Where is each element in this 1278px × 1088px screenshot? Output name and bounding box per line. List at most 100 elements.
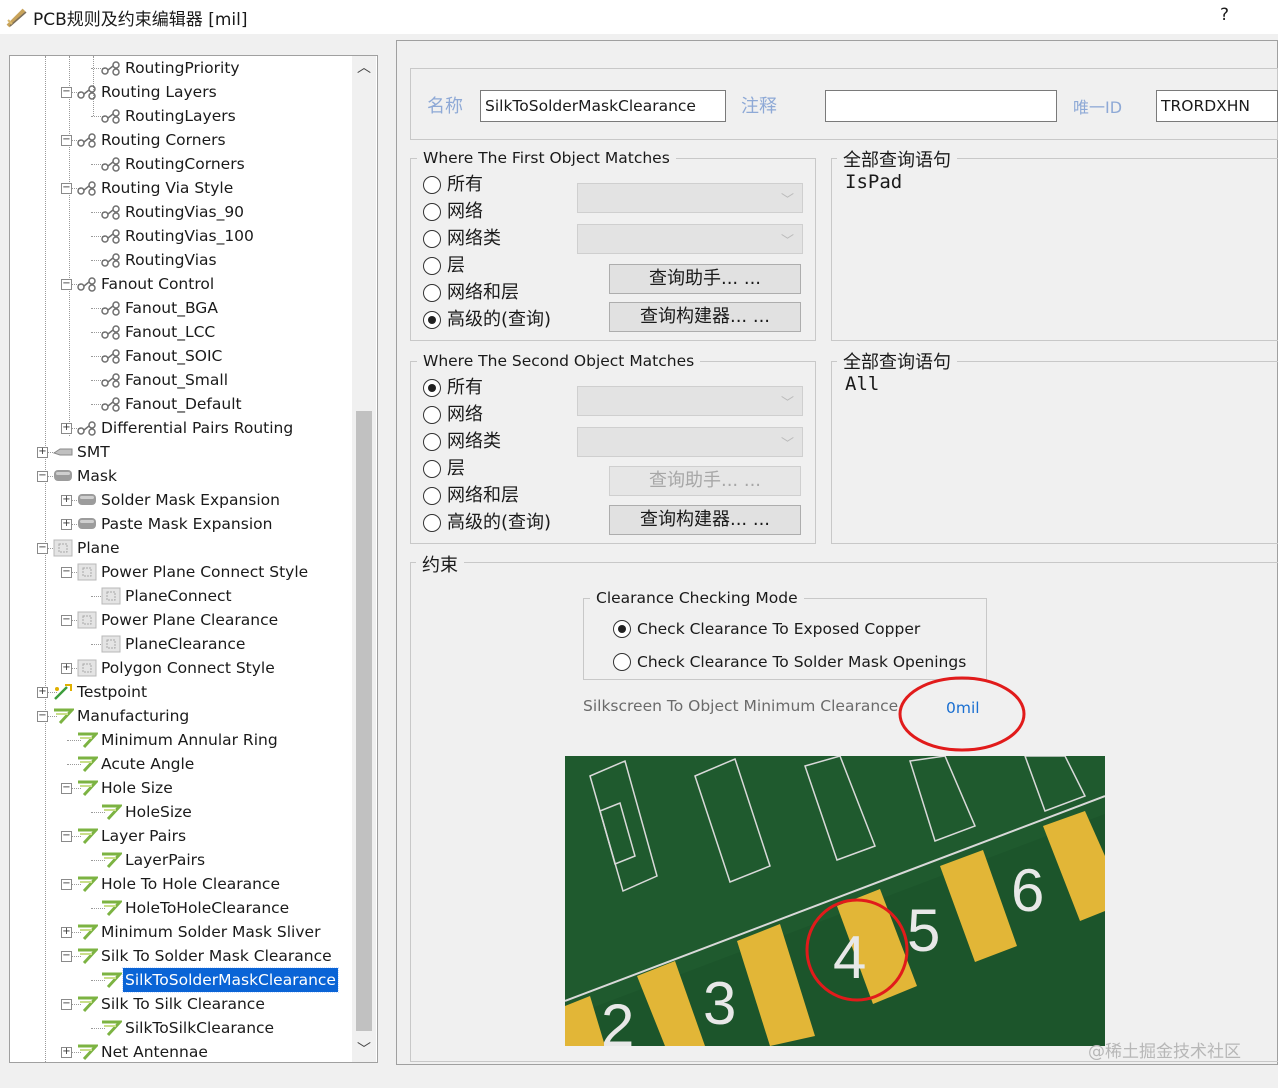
radio-button[interactable] <box>423 284 441 302</box>
tree-scrollbar[interactable]: ︿ ﹀ <box>352 56 376 1062</box>
radio-button[interactable] <box>423 433 441 451</box>
collapse-icon[interactable]: − <box>61 783 72 794</box>
scroll-up-icon[interactable]: ︿ <box>352 56 376 80</box>
expand-icon[interactable]: + <box>61 423 72 434</box>
expand-icon[interactable]: + <box>61 1047 72 1058</box>
expand-icon[interactable]: + <box>37 687 48 698</box>
expand-icon[interactable]: + <box>61 495 72 506</box>
tree-item[interactable]: SilkToSilkClearance <box>10 1016 370 1040</box>
first-query-builder-button[interactable]: 查询构建器... ... <box>609 302 801 332</box>
expand-icon[interactable]: + <box>37 447 48 458</box>
radio-button[interactable] <box>423 176 441 194</box>
tree-item[interactable]: PlaneConnect <box>10 584 370 608</box>
tree-item[interactable]: Fanout_Default <box>10 392 370 416</box>
radio-button[interactable] <box>423 379 441 397</box>
tree-item[interactable]: + Testpoint <box>10 680 370 704</box>
collapse-icon[interactable]: − <box>37 543 48 554</box>
unique-id-input[interactable]: TRORDXHN <box>1156 90 1278 122</box>
first-object-title: Where The First Object Matches <box>417 149 676 167</box>
tree-item[interactable]: − Silk To Silk Clearance <box>10 992 370 1016</box>
tree-item[interactable]: − Power Plane Connect Style <box>10 560 370 584</box>
second-query-text[interactable]: All <box>845 373 879 395</box>
tree-item[interactable]: − Routing Corners <box>10 128 370 152</box>
radio-button[interactable] <box>423 257 441 275</box>
comment-input[interactable] <box>825 90 1057 122</box>
tree-item[interactable]: HoleToHoleClearance <box>10 896 370 920</box>
rule-name-input[interactable]: SilkToSolderMaskClearance <box>480 90 726 122</box>
radio-button[interactable] <box>423 514 441 532</box>
collapse-icon[interactable]: − <box>61 879 72 890</box>
scroll-thumb[interactable] <box>356 411 372 1031</box>
second-net-combo[interactable]: ﹀ <box>577 386 803 416</box>
tree-item[interactable]: Fanout_Small <box>10 368 370 392</box>
expand-icon[interactable]: + <box>61 927 72 938</box>
second-query-helper-button[interactable]: 查询助手... ... <box>609 466 801 496</box>
tree-item[interactable]: + SMT <box>10 440 370 464</box>
collapse-icon[interactable]: − <box>37 711 48 722</box>
radio-button[interactable] <box>613 653 631 671</box>
tree-item[interactable]: RoutingVias_100 <box>10 224 370 248</box>
radio-button[interactable] <box>423 230 441 248</box>
expand-icon[interactable]: + <box>61 519 72 530</box>
tree-item[interactable]: − Power Plane Clearance <box>10 608 370 632</box>
collapse-icon[interactable]: − <box>61 951 72 962</box>
tree-item[interactable]: LayerPairs <box>10 848 370 872</box>
tree-item[interactable]: + Differential Pairs Routing <box>10 416 370 440</box>
tree-item[interactable]: RoutingVias <box>10 248 370 272</box>
collapse-icon[interactable]: − <box>61 279 72 290</box>
tree-item[interactable]: + Minimum Solder Mask Sliver <box>10 920 370 944</box>
first-query-text[interactable]: IsPad <box>845 171 902 193</box>
tree-item[interactable]: Fanout_BGA <box>10 296 370 320</box>
tree-item[interactable]: − Routing Layers <box>10 80 370 104</box>
radio-button[interactable] <box>423 460 441 478</box>
tree-item[interactable]: + Polygon Connect Style <box>10 656 370 680</box>
scroll-down-icon[interactable]: ﹀ <box>352 1038 376 1062</box>
collapse-icon[interactable]: − <box>61 831 72 842</box>
first-query-helper-button[interactable]: 查询助手... ... <box>609 264 801 294</box>
tree-item[interactable]: − Routing Via Style <box>10 176 370 200</box>
first-net-combo[interactable]: ﹀ <box>577 183 803 213</box>
tree-item[interactable]: + Solder Mask Expansion <box>10 488 370 512</box>
tree-item[interactable]: − Hole Size <box>10 776 370 800</box>
radio-button[interactable] <box>423 203 441 221</box>
collapse-icon[interactable]: − <box>61 567 72 578</box>
tree-item[interactable]: Minimum Annular Ring <box>10 728 370 752</box>
help-button[interactable]: ? <box>1220 5 1229 25</box>
second-netclass-combo[interactable]: ﹀ <box>577 427 803 457</box>
tree-item[interactable]: − Manufacturing <box>10 704 370 728</box>
tree-item[interactable]: RoutingLayers <box>10 104 370 128</box>
tree-item[interactable]: Fanout_LCC <box>10 320 370 344</box>
tree-item[interactable]: Acute Angle <box>10 752 370 776</box>
tree-item[interactable]: PlaneClearance <box>10 632 370 656</box>
radio-button[interactable] <box>423 487 441 505</box>
first-netclass-combo[interactable]: ﹀ <box>577 224 803 254</box>
tree-item[interactable]: − Silk To Solder Mask Clearance <box>10 944 370 968</box>
tree-item[interactable]: SilkToSolderMaskClearance <box>10 967 370 993</box>
collapse-icon[interactable]: − <box>61 87 72 98</box>
collapse-icon[interactable]: − <box>37 471 48 482</box>
tree-item[interactable]: RoutingPriority <box>10 56 370 80</box>
tree-item[interactable]: RoutingCorners <box>10 152 370 176</box>
collapse-icon[interactable]: − <box>61 615 72 626</box>
second-query-builder-button[interactable]: 查询构建器... ... <box>609 505 801 535</box>
collapse-icon[interactable]: − <box>61 999 72 1010</box>
collapse-icon[interactable]: − <box>61 135 72 146</box>
tree-item[interactable]: + Paste Mask Expansion <box>10 512 370 536</box>
tree-item[interactable]: − Hole To Hole Clearance <box>10 872 370 896</box>
tree-item[interactable]: − Layer Pairs <box>10 824 370 848</box>
radio-button[interactable] <box>613 620 631 638</box>
tree-item[interactable]: Fanout_SOIC <box>10 344 370 368</box>
rules-tree[interactable]: RoutingPriority − Routing Layers RoutingLay… <box>9 55 378 1063</box>
tree-item[interactable]: RoutingVias_90 <box>10 200 370 224</box>
radio-button[interactable] <box>423 406 441 424</box>
tree-item-label: Fanout_Default <box>125 395 242 413</box>
tree-item[interactable]: − Mask <box>10 464 370 488</box>
tree-item[interactable]: − Plane <box>10 536 370 560</box>
radio-label: Check Clearance To Solder Mask Openings <box>637 653 967 671</box>
collapse-icon[interactable]: − <box>61 183 72 194</box>
tree-item[interactable]: − Fanout Control <box>10 272 370 296</box>
expand-icon[interactable]: + <box>61 663 72 674</box>
radio-button[interactable] <box>423 311 441 329</box>
tree-item[interactable]: + Net Antennae <box>10 1040 370 1062</box>
tree-item[interactable]: HoleSize <box>10 800 370 824</box>
